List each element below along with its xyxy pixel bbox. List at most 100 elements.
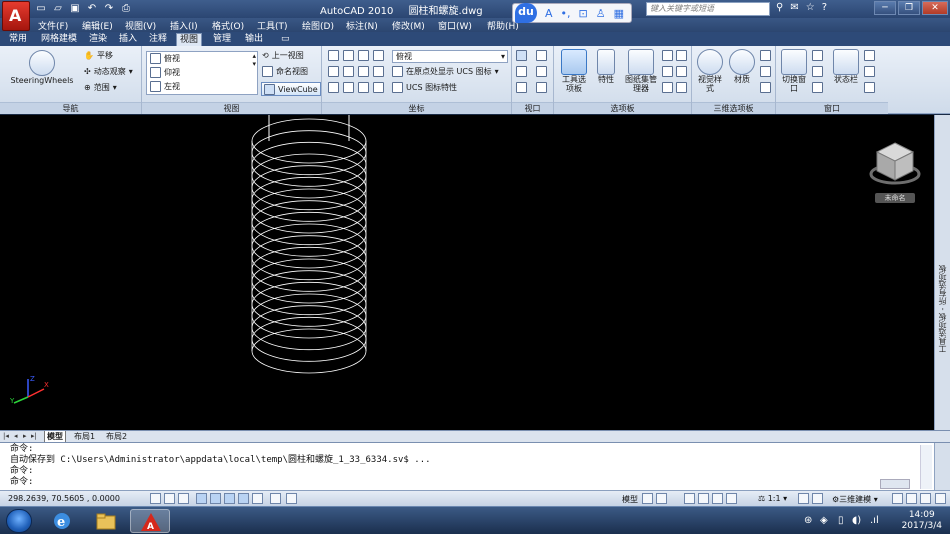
menu-window[interactable]: 窗口(W) (438, 19, 472, 32)
ucs-view-icon[interactable] (373, 50, 384, 61)
taskbar-explorer[interactable] (86, 509, 126, 533)
hardware-accel-icon[interactable] (906, 493, 917, 504)
window-small-icon[interactable] (864, 82, 875, 93)
help-icon[interactable]: ? (822, 2, 827, 13)
lineweight-icon[interactable] (286, 493, 297, 504)
materials-button[interactable]: 材质 (728, 49, 756, 84)
command-prompt[interactable]: 命令: (10, 477, 431, 488)
ucs-object-icon[interactable] (343, 50, 354, 61)
annotation-visibility-icon[interactable] (798, 493, 809, 504)
viewcube-toggle[interactable]: ViewCube (261, 82, 321, 96)
tab-mesh-modeling[interactable]: 网格建模 (38, 33, 80, 46)
prev-layout-icon[interactable]: ◂ (14, 432, 18, 440)
ucs-icon-properties[interactable]: UCS 图标特性 (392, 82, 457, 93)
ucs-y-icon[interactable] (343, 66, 354, 77)
3d-osnap-icon[interactable] (224, 493, 235, 504)
drawing-canvas[interactable]: Z X Y (0, 115, 934, 430)
command-hscroll-thumb[interactable] (880, 479, 910, 489)
snap-mode-icon[interactable] (150, 493, 161, 504)
grid-menu-icon[interactable]: ▦ (614, 7, 624, 20)
coordinate-readout[interactable]: 298.2639, 70.5605 , 0.0000 (8, 494, 120, 503)
ucs-x-icon[interactable] (328, 66, 339, 77)
command-window[interactable]: 命令: 自动保存到 C:\Users\Administrator\appdata… (0, 442, 950, 491)
grid-display-icon[interactable] (164, 493, 175, 504)
pan-status-icon[interactable] (684, 493, 695, 504)
viewport-config-icon[interactable] (516, 50, 527, 61)
tray-signal-icon[interactable]: .ıl (870, 515, 879, 526)
extents-button[interactable]: ⊕ 范围 ▾ (84, 82, 117, 93)
menu-tools[interactable]: 工具(T) (257, 19, 288, 32)
named-views-button[interactable]: 命名视图 (262, 66, 308, 77)
tab-output[interactable]: 输出 (242, 33, 266, 46)
switch-windows-button[interactable]: 切换窗口 (780, 49, 808, 93)
zoom-status-icon[interactable] (698, 493, 709, 504)
palette-small-1-icon[interactable] (662, 50, 673, 61)
next-layout-icon[interactable]: ▸ (23, 432, 27, 440)
list-scroll-arrows-icon[interactable]: ▴ ▾ (252, 52, 256, 68)
tile-vertical-icon[interactable] (812, 66, 823, 77)
ucs-z-icon[interactable] (358, 66, 369, 77)
cascade-icon[interactable] (812, 82, 823, 93)
minimize-button[interactable]: ─ (874, 1, 896, 15)
viewcube-ucs-menu[interactable]: 未命名 (875, 193, 915, 203)
view-item-bottom[interactable]: 仰视 (150, 67, 180, 78)
ucs-origin-icon[interactable] (343, 82, 354, 93)
toolbar-lock-icon[interactable] (864, 66, 875, 77)
status-bar-button[interactable]: 状态栏 (832, 49, 860, 84)
menu-insert[interactable]: 插入(I) (170, 19, 198, 32)
view-item-left[interactable]: 左视 (150, 81, 180, 92)
workspace-switch[interactable]: ⚙三维建模 ▾ (832, 494, 878, 505)
viewport-create-icon[interactable] (516, 82, 527, 93)
tray-device-icon[interactable]: ▯ (838, 515, 844, 526)
punctuation-icon[interactable]: •, (561, 7, 571, 20)
object-snap-icon[interactable] (210, 493, 221, 504)
viewport-clip-icon[interactable] (516, 66, 527, 77)
model-space-button[interactable]: 模型 (622, 494, 638, 505)
showmotion-icon[interactable] (726, 493, 737, 504)
auto-scale-icon[interactable] (812, 493, 823, 504)
tab-layout2[interactable]: 布局2 (106, 431, 127, 442)
sheet-set-manager-button[interactable]: 图纸集管理器 (624, 49, 658, 93)
tab-home[interactable]: 常用 (6, 33, 30, 46)
polar-tracking-icon[interactable] (196, 493, 207, 504)
redo-icon[interactable]: ↷ (102, 2, 116, 15)
ucs-named-icon[interactable] (373, 82, 384, 93)
viewport-join-icon[interactable] (536, 66, 547, 77)
tile-horizontal-icon[interactable] (812, 50, 823, 61)
command-scrollbar[interactable] (920, 445, 932, 489)
ucs-apply-icon[interactable] (358, 82, 369, 93)
first-layout-icon[interactable]: |◂ (3, 432, 9, 440)
undo-icon[interactable]: ↶ (85, 2, 99, 15)
taskbar-autocad[interactable]: A (130, 509, 170, 533)
search-input[interactable]: 键入关键字或短语 (646, 2, 770, 16)
ucs-origin-toggle[interactable]: 在原点处显示 UCS 图标 ▾ (392, 66, 499, 77)
palette-small-6-icon[interactable] (676, 82, 687, 93)
binoculars-icon[interactable]: ⚲ (776, 2, 783, 13)
new-file-icon[interactable]: ▭ (34, 2, 48, 15)
tab-layout1[interactable]: 布局1 (74, 431, 95, 442)
previous-view-button[interactable]: ⟲ 上一视图 (262, 50, 304, 61)
viewcube-widget[interactable] (868, 138, 922, 190)
advanced-render-icon[interactable] (760, 82, 771, 93)
palette-small-5-icon[interactable] (662, 82, 673, 93)
dynamic-input-icon[interactable] (270, 493, 281, 504)
ucs-face-icon[interactable] (358, 50, 369, 61)
ortho-mode-icon[interactable] (178, 493, 189, 504)
tray-volume-icon[interactable]: ◖) (852, 515, 861, 526)
properties-button[interactable]: 特性 (592, 49, 620, 84)
menu-draw[interactable]: 绘图(D) (302, 19, 334, 32)
user-icon[interactable]: ♙ (596, 7, 606, 20)
quick-view-drawings-icon[interactable] (656, 493, 667, 504)
steeringwheels-button[interactable]: SteeringWheels (10, 50, 74, 85)
viewport-layout-icon[interactable] (536, 82, 547, 93)
palette-small-3-icon[interactable] (662, 66, 673, 77)
menu-view[interactable]: 视图(V) (125, 19, 156, 32)
menu-format[interactable]: 格式(O) (212, 19, 244, 32)
render-env-icon[interactable] (760, 66, 771, 77)
last-layout-icon[interactable]: ▸| (31, 432, 37, 440)
ucs-world-icon[interactable] (328, 50, 339, 61)
save-icon[interactable]: ▣ (68, 2, 82, 15)
orbit-button[interactable]: ✣ 动态观察 ▾ (84, 66, 133, 77)
tray-security-icon[interactable]: ◈ (820, 515, 828, 526)
view-item-top[interactable]: 俯视 (150, 53, 180, 64)
